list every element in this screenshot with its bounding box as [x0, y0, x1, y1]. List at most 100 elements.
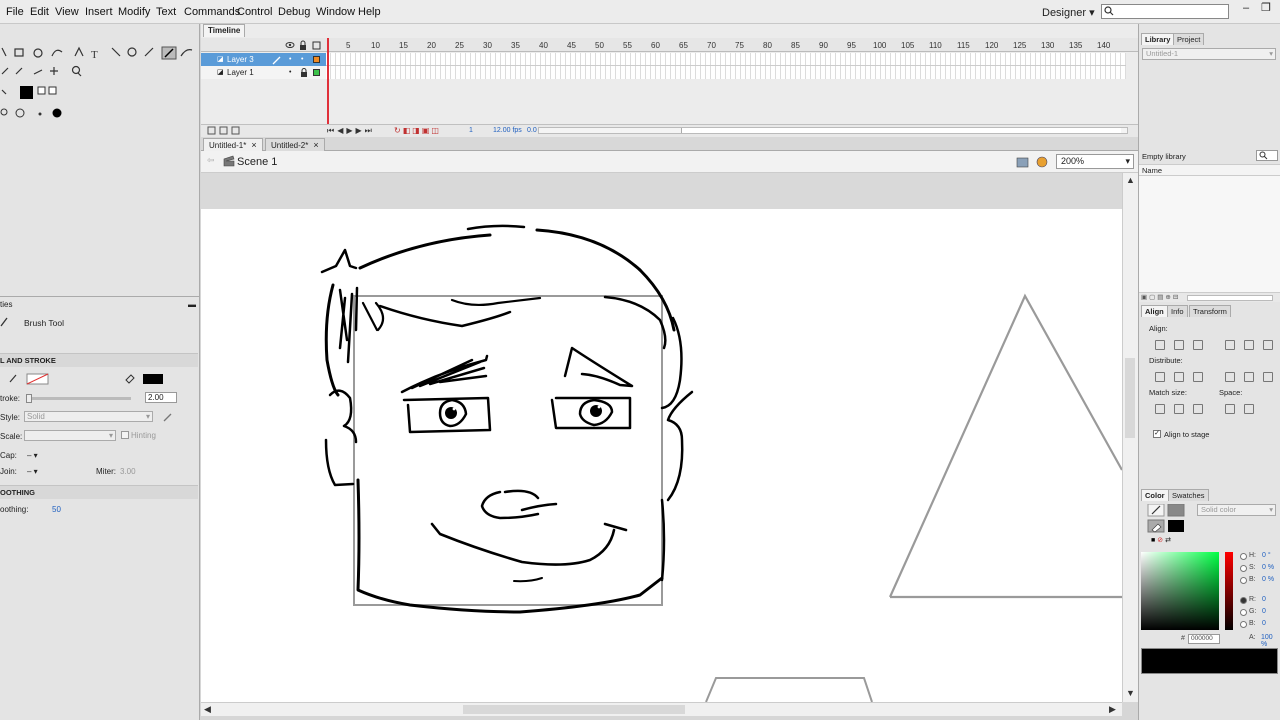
- distribute-v-center-icon[interactable]: [1172, 370, 1184, 382]
- tab-info[interactable]: Info: [1167, 305, 1188, 317]
- menu-edit[interactable]: Edit: [30, 6, 49, 18]
- frame-rate[interactable]: 12.00 fps: [493, 127, 522, 134]
- color-mode-radio[interactable]: [1240, 553, 1247, 560]
- section-smoothing[interactable]: OOTHING: [0, 485, 198, 499]
- menu-view[interactable]: View: [55, 6, 79, 18]
- align-to-stage-checkbox[interactable]: ✓: [1153, 430, 1161, 438]
- layer-color-swatch[interactable]: [313, 56, 320, 63]
- menu-help[interactable]: Help: [358, 6, 381, 18]
- distribute-bottom-icon[interactable]: [1191, 370, 1203, 382]
- menu-text[interactable]: Text: [156, 6, 176, 18]
- scroll-right-icon[interactable]: ▶: [1109, 704, 1116, 715]
- stage-vscroll[interactable]: ▲ ▼: [1122, 173, 1138, 702]
- color-field-value[interactable]: 0: [1262, 596, 1266, 603]
- visibility-dot[interactable]: •: [289, 53, 291, 66]
- back-arrow-icon[interactable]: ⇦: [207, 155, 215, 166]
- color-type-select[interactable]: Solid color ▾: [1197, 504, 1276, 516]
- menu-file[interactable]: File: [6, 6, 24, 18]
- menu-debug[interactable]: Debug: [278, 6, 310, 18]
- library-search-input[interactable]: [1256, 150, 1278, 161]
- stroke-slider[interactable]: [26, 397, 131, 400]
- tab-color[interactable]: Color: [1141, 489, 1169, 501]
- section-fill-stroke[interactable]: L AND STROKE: [0, 353, 198, 367]
- help-search-input[interactable]: [1101, 4, 1229, 19]
- color-controls[interactable]: [1146, 504, 1186, 540]
- space-horizontal-icon[interactable]: [1242, 402, 1254, 414]
- align-left-icon[interactable]: [1153, 338, 1165, 350]
- color-field-value[interactable]: 0: [1262, 620, 1266, 627]
- color-field-value[interactable]: 0 %: [1262, 576, 1274, 583]
- color-mode-radio[interactable]: [1240, 609, 1247, 616]
- stroke-input[interactable]: 2.00: [145, 392, 177, 403]
- doc-tab-untitled-2[interactable]: Untitled-2* ×: [265, 138, 325, 151]
- layer-buttons[interactable]: [207, 126, 247, 136]
- style-select[interactable]: Solid ▾: [24, 411, 153, 422]
- edit-scene-symbol-icons[interactable]: [1016, 155, 1050, 169]
- timeline-hscroll[interactable]: [538, 127, 1128, 134]
- space-vertical-icon[interactable]: [1223, 402, 1235, 414]
- align-h-center-icon[interactable]: [1172, 338, 1184, 350]
- panel-menu-icon[interactable]: ▬: [188, 299, 196, 311]
- playhead[interactable]: [327, 38, 329, 133]
- scroll-left-icon[interactable]: ◀: [204, 704, 211, 715]
- workspace-switcher[interactable]: Designer ▾: [1042, 6, 1095, 19]
- scale-select[interactable]: ▾: [24, 430, 116, 441]
- vscroll-thumb[interactable]: [1125, 358, 1135, 438]
- alpha-value[interactable]: 100 %: [1261, 634, 1280, 648]
- tab-swatches[interactable]: Swatches: [1168, 489, 1209, 501]
- color-brightness-slider[interactable]: [1225, 552, 1233, 630]
- tab-align[interactable]: Align: [1141, 305, 1168, 317]
- library-buttons[interactable]: ▣▢▤⊕⊟: [1141, 293, 1180, 301]
- maximize-button[interactable]: ❐: [1258, 2, 1274, 16]
- cap-select[interactable]: – ▾: [27, 451, 38, 460]
- scroll-up-icon[interactable]: ▲: [1126, 175, 1135, 185]
- align-top-icon[interactable]: [1223, 338, 1235, 350]
- lock-dot[interactable]: •: [301, 53, 303, 66]
- color-mode-radio[interactable]: [1240, 597, 1247, 604]
- layer-color-swatch[interactable]: [313, 69, 320, 76]
- color-field-value[interactable]: 0 °: [1262, 552, 1271, 559]
- timeline-tab[interactable]: Timeline: [203, 24, 246, 37]
- match-height-icon[interactable]: [1172, 402, 1184, 414]
- tab-project[interactable]: Project: [1173, 33, 1205, 45]
- close-icon[interactable]: ×: [313, 140, 318, 150]
- menu-modify[interactable]: Modify: [118, 6, 150, 18]
- minimize-button[interactable]: –: [1238, 2, 1254, 16]
- doc-tab-untitled-1[interactable]: Untitled-1* ×: [203, 138, 263, 151]
- zoom-select[interactable]: 200% ▾: [1056, 154, 1134, 169]
- stage-hscroll[interactable]: ◀ ▶: [201, 702, 1122, 716]
- hinting-checkbox[interactable]: [121, 431, 129, 439]
- menu-window[interactable]: Window: [316, 6, 355, 18]
- color-picker-field[interactable]: [1141, 552, 1219, 630]
- menu-control[interactable]: Control: [237, 6, 272, 18]
- playback-controls[interactable]: ⏮◀▶▶⏭: [327, 126, 375, 136]
- miter-value[interactable]: 3.00: [120, 467, 136, 476]
- color-mode-radio[interactable]: [1240, 565, 1247, 572]
- tab-transform[interactable]: Transform: [1189, 305, 1231, 317]
- hex-input[interactable]: 000000: [1188, 634, 1220, 644]
- align-right-icon[interactable]: [1191, 338, 1203, 350]
- align-v-center-icon[interactable]: [1242, 338, 1254, 350]
- color-mode-radio[interactable]: [1240, 621, 1247, 628]
- properties-tab[interactable]: ties: [0, 299, 12, 311]
- layer-row-layer-3[interactable]: ◪ Layer 3 • •: [201, 53, 326, 66]
- library-document-select[interactable]: Untitled-1 ▾: [1142, 48, 1276, 60]
- lock-icon[interactable]: [300, 68, 308, 77]
- color-field-value[interactable]: 0: [1262, 608, 1266, 615]
- visibility-dot[interactable]: •: [289, 66, 291, 79]
- distribute-h-center-icon[interactable]: [1242, 370, 1254, 382]
- match-width-icon[interactable]: [1153, 402, 1165, 414]
- align-bottom-icon[interactable]: [1261, 338, 1273, 350]
- menu-insert[interactable]: Insert: [85, 6, 113, 18]
- tab-library[interactable]: Library: [1141, 33, 1175, 45]
- distribute-left-icon[interactable]: [1223, 370, 1235, 382]
- library-list[interactable]: [1139, 176, 1280, 292]
- join-select[interactable]: – ▾: [27, 467, 38, 476]
- color-field-value[interactable]: 0 %: [1262, 564, 1274, 571]
- layer-row-layer-1[interactable]: ◪ Layer 1 •: [201, 66, 326, 79]
- smoothing-value[interactable]: 50: [52, 505, 61, 514]
- menu-commands[interactable]: Commands: [184, 6, 240, 18]
- stage[interactable]: [201, 209, 1122, 702]
- close-icon[interactable]: ×: [251, 140, 256, 150]
- library-hscroll[interactable]: [1187, 295, 1273, 301]
